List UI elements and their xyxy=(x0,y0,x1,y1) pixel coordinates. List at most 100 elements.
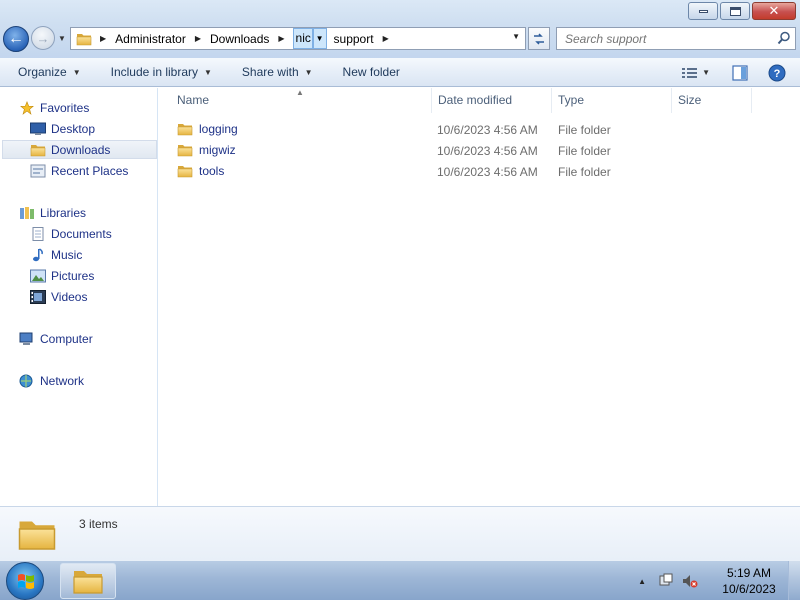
column-header-row: Name ▲ Date modified Type Size xyxy=(159,88,800,113)
system-tray: ▲ 5:19 AM 10/6/2023 xyxy=(638,561,800,600)
nav-item-documents[interactable]: Documents xyxy=(30,224,112,243)
search-input[interactable] xyxy=(557,31,767,46)
navigation-pane: Favorites Desktop Downloads Recent Place… xyxy=(0,88,158,506)
taskbar-explorer-button[interactable] xyxy=(60,563,116,599)
nav-item-pictures[interactable]: Pictures xyxy=(30,266,94,285)
show-desktop-button[interactable] xyxy=(788,561,800,600)
nav-item-downloads[interactable]: Downloads xyxy=(2,140,157,159)
nav-libraries[interactable]: Libraries xyxy=(19,203,86,222)
show-hidden-icons-button[interactable]: ▲ xyxy=(638,577,646,586)
nav-network-label: Network xyxy=(40,373,85,388)
nav-item-label: Downloads xyxy=(51,142,111,157)
nav-item-videos[interactable]: Videos xyxy=(30,287,87,306)
table-row[interactable]: migwiz 10/6/2023 4:56 AM File folder xyxy=(177,140,752,161)
details-pane: 3 items xyxy=(0,506,800,560)
recent-places-icon xyxy=(30,164,46,177)
nav-item-label: Desktop xyxy=(51,121,96,136)
documents-icon xyxy=(32,226,44,241)
search-box[interactable] xyxy=(556,27,796,50)
nav-item-desktop[interactable]: Desktop xyxy=(30,119,95,138)
pictures-icon xyxy=(30,269,46,282)
clock[interactable]: 5:19 AM 10/6/2023 xyxy=(710,565,788,597)
volume-muted-icon[interactable] xyxy=(682,573,698,589)
windows-logo-icon xyxy=(18,574,34,589)
breadcrumb-dropdown-button[interactable]: ▼ xyxy=(312,28,327,49)
file-date: 10/6/2023 4:56 AM xyxy=(437,123,538,137)
view-options-dropdown[interactable]: ▼ xyxy=(702,68,710,77)
close-button[interactable]: ✕ xyxy=(752,2,796,20)
network-icon xyxy=(19,374,33,387)
column-size[interactable]: Size xyxy=(672,88,752,113)
new-folder-button[interactable]: New folder xyxy=(323,58,410,86)
nav-computer[interactable]: Computer xyxy=(19,329,93,348)
folder-icon xyxy=(177,143,193,157)
nav-item-recent-places[interactable]: Recent Places xyxy=(30,161,128,180)
breadcrumb-separator[interactable]: ▶ xyxy=(383,34,389,43)
forward-button[interactable]: → xyxy=(31,26,55,50)
include-in-library-button[interactable]: Include in library ▼ xyxy=(91,58,222,86)
nav-item-label: Documents xyxy=(51,226,112,241)
nav-item-music[interactable]: Music xyxy=(30,245,82,264)
nav-favorites-label: Favorites xyxy=(40,100,90,115)
file-type: File folder xyxy=(558,123,611,137)
organize-button[interactable]: Organize ▼ xyxy=(0,58,91,86)
breadcrumb-downloads[interactable]: Downloads xyxy=(209,32,270,46)
include-in-library-label: Include in library xyxy=(110,65,198,79)
close-icon: ✕ xyxy=(768,3,780,19)
file-date: 10/6/2023 4:56 AM xyxy=(437,165,538,179)
restore-button[interactable] xyxy=(720,2,750,20)
forward-arrow-icon: → xyxy=(36,30,50,46)
help-icon[interactable]: ? xyxy=(768,64,786,82)
refresh-icon xyxy=(534,32,544,45)
breadcrumb-separator[interactable]: ▶ xyxy=(195,34,201,43)
star-icon xyxy=(20,100,34,115)
file-name-cell: migwiz xyxy=(177,143,236,157)
file-name-cell: tools xyxy=(177,164,224,178)
table-row[interactable]: logging 10/6/2023 4:56 AM File folder xyxy=(177,119,752,140)
file-name: migwiz xyxy=(199,143,236,157)
address-history-dropdown[interactable]: ▼ xyxy=(512,32,520,41)
preview-pane-icon[interactable] xyxy=(732,64,748,81)
share-with-label: Share with xyxy=(241,65,299,79)
minimize-button[interactable] xyxy=(688,2,718,20)
refresh-button[interactable] xyxy=(528,27,550,50)
desktop-icon xyxy=(30,122,46,135)
action-center-icon[interactable] xyxy=(658,573,674,589)
file-type: File folder xyxy=(558,165,611,179)
file-list: Name ▲ Date modified Type Size logging 1… xyxy=(159,88,800,506)
breadcrumb-support[interactable]: support xyxy=(333,32,375,46)
chevron-down-icon: ▼ xyxy=(72,67,81,77)
breadcrumb-administrator[interactable]: Administrator xyxy=(114,32,187,46)
search-icon[interactable] xyxy=(777,31,791,45)
breadcrumb-separator[interactable]: ▶ xyxy=(278,34,284,43)
nav-item-label: Pictures xyxy=(51,268,95,283)
minimize-icon xyxy=(698,9,708,13)
explorer-icon xyxy=(71,567,105,595)
nav-libraries-label: Libraries xyxy=(40,205,87,220)
chevron-down-icon: ▼ xyxy=(304,67,313,77)
folder-icon xyxy=(17,513,57,555)
folder-icon xyxy=(177,122,193,136)
recent-pages-dropdown[interactable]: ▼ xyxy=(58,34,66,43)
change-view-icon[interactable] xyxy=(682,67,698,79)
computer-icon xyxy=(19,332,33,345)
breadcrumb-nic[interactable]: nic xyxy=(292,28,313,49)
back-button[interactable]: ← xyxy=(3,26,29,52)
nav-network[interactable]: Network xyxy=(19,371,84,390)
start-button[interactable] xyxy=(6,562,44,600)
back-arrow-icon: ← xyxy=(8,30,24,47)
file-name: tools xyxy=(199,164,225,178)
share-with-button[interactable]: Share with ▼ xyxy=(222,58,323,86)
breadcrumb-separator[interactable]: ▶ xyxy=(100,34,106,43)
address-bar[interactable]: ▶ Administrator ▶ Downloads ▶ nic ▼ supp… xyxy=(70,27,526,50)
organize-label: Organize xyxy=(18,65,67,79)
column-type[interactable]: Type xyxy=(552,88,672,113)
nav-favorites[interactable]: Favorites xyxy=(19,98,89,117)
new-folder-label: New folder xyxy=(342,65,400,79)
music-icon xyxy=(33,247,43,261)
libraries-icon xyxy=(20,206,34,219)
item-count: 3 items xyxy=(79,517,118,531)
table-row[interactable]: tools 10/6/2023 4:56 AM File folder xyxy=(177,161,752,182)
restore-icon xyxy=(729,6,741,16)
column-date-modified[interactable]: Date modified xyxy=(432,88,552,113)
